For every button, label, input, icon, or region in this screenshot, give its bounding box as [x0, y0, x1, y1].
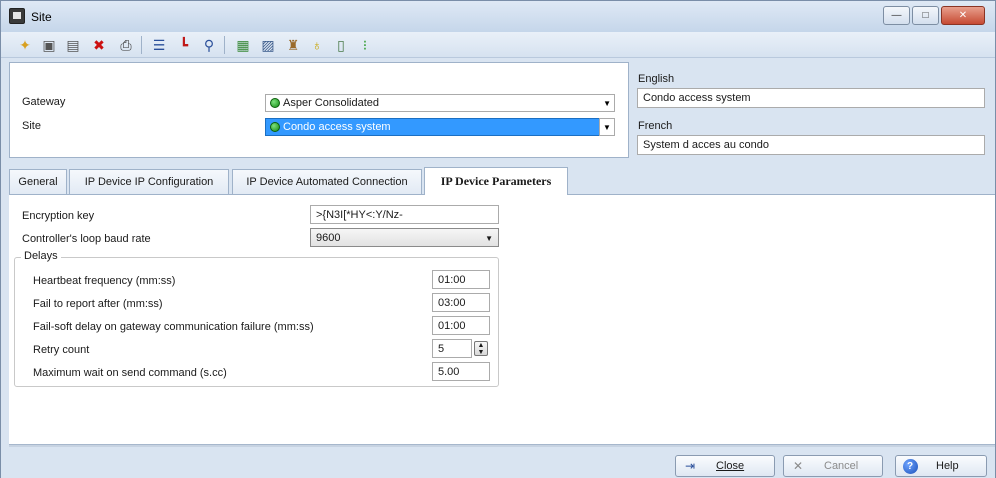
save-icon[interactable]: ▣	[39, 36, 59, 54]
list-icon[interactable]: ☰	[149, 36, 169, 54]
help-icon: ?	[902, 458, 918, 474]
site-window: Site — □ ✕ ✦ ▣ ▤ ✖ ⎙ ☰ ┗ ⚲ ▦ ▨ ♜ ♁ ▯ ⁝ G…	[0, 0, 996, 478]
user-icon[interactable]: ♜	[283, 36, 303, 54]
cancel-button-label: Cancel	[824, 460, 859, 472]
toolbar-separator	[224, 36, 225, 54]
close-button-label: Close	[716, 460, 745, 472]
close-button[interactable]: ⇥ Close	[675, 455, 775, 477]
site-combo[interactable]: Condo access system ▼	[265, 118, 615, 136]
delete-icon[interactable]: ✖	[89, 36, 109, 54]
title-bar: Site — □ ✕	[1, 1, 995, 32]
gateway-combo[interactable]: Asper Consolidated ▼	[265, 94, 615, 112]
save-close-icon[interactable]: ▤	[63, 36, 83, 54]
retry-count-stepper[interactable]: ▲ ▼	[474, 341, 488, 356]
cancel-icon: ✕	[792, 459, 804, 473]
close-window-button[interactable]: ✕	[941, 6, 985, 25]
site-status-icon	[270, 122, 280, 132]
header-panel: Gateway Asper Consolidated ▼ Site Condo …	[9, 62, 629, 158]
panel-icon[interactable]: ▯	[331, 36, 351, 54]
link-icon[interactable]: ┗	[174, 36, 194, 54]
window-title: Site	[31, 10, 52, 24]
gateway-label: Gateway	[22, 96, 66, 108]
print-icon[interactable]: ⎙	[116, 36, 136, 54]
english-field[interactable]: Condo access system	[637, 88, 985, 108]
tab-ip-device-parameters[interactable]: IP Device Parameters	[424, 167, 568, 195]
gateway-value: Asper Consolidated	[283, 97, 380, 109]
encryption-key-label: Encryption key	[22, 210, 95, 222]
fail-report-input[interactable]: 03:00	[432, 293, 490, 312]
baud-rate-select[interactable]: 9600 ▼	[310, 228, 499, 247]
failsoft-input[interactable]: 01:00	[432, 316, 490, 335]
tab-automated-connection[interactable]: IP Device Automated Connection	[232, 169, 422, 194]
baud-rate-value: 9600	[316, 232, 341, 244]
encryption-key-input[interactable]: >{N3I[*HY<:Y/Nz-	[310, 205, 499, 224]
chevron-down-icon: ▼	[599, 118, 615, 136]
maximize-button[interactable]: □	[912, 6, 939, 25]
tab-strip: General IP Device IP Configuration IP De…	[9, 167, 995, 195]
chevron-down-icon[interactable]: ▼	[478, 349, 485, 356]
language-panel: English Condo access system French Syste…	[629, 62, 995, 158]
report-icon[interactable]: ▨	[258, 36, 278, 54]
chevron-up-icon[interactable]: ▲	[478, 342, 485, 349]
window-controls: — □ ✕	[883, 6, 985, 25]
cancel-button[interactable]: ✕ Cancel	[783, 455, 883, 477]
failsoft-label: Fail-soft delay on gateway communication…	[33, 321, 314, 333]
baud-rate-label: Controller's loop baud rate	[22, 233, 151, 245]
grid-icon[interactable]: ▦	[233, 36, 253, 54]
lightbulb-icon[interactable]: ♁	[307, 36, 327, 54]
footer-divider	[9, 444, 995, 447]
app-icon	[9, 8, 25, 24]
max-wait-label: Maximum wait on send command (s.cc)	[33, 367, 227, 379]
chevron-down-icon: ▼	[603, 99, 611, 108]
search-icon[interactable]: ⚲	[199, 36, 219, 54]
chevron-down-icon: ▼	[485, 234, 493, 243]
retry-count-label: Retry count	[33, 344, 90, 356]
new-icon[interactable]: ✦	[15, 36, 35, 54]
retry-count-input[interactable]: 5	[432, 339, 472, 358]
delays-legend: Delays	[21, 250, 61, 262]
english-label: English	[638, 73, 675, 85]
status-icon[interactable]: ⁝	[355, 36, 375, 54]
site-label: Site	[22, 120, 41, 132]
toolbar-separator	[141, 36, 142, 54]
parameters-panel: Encryption key >{N3I[*HY<:Y/Nz- Controll…	[9, 194, 995, 444]
toolbar: ✦ ▣ ▤ ✖ ⎙ ☰ ┗ ⚲ ▦ ▨ ♜ ♁ ▯ ⁝	[1, 32, 995, 58]
heartbeat-input[interactable]: 01:00	[432, 270, 490, 289]
footer: ⇥ Close ✕ Cancel ? Help	[1, 448, 995, 478]
tab-general[interactable]: General	[9, 169, 67, 194]
help-button[interactable]: ? Help	[895, 455, 987, 477]
minimize-button[interactable]: —	[883, 6, 910, 25]
fail-report-label: Fail to report after (mm:ss)	[33, 298, 163, 310]
help-button-label: Help	[936, 460, 959, 472]
heartbeat-label: Heartbeat frequency (mm:ss)	[33, 275, 176, 287]
site-value: Condo access system	[283, 121, 391, 133]
tab-ip-configuration[interactable]: IP Device IP Configuration	[69, 169, 229, 194]
gateway-status-icon	[270, 98, 280, 108]
delays-group: Delays Heartbeat frequency (mm:ss) 01:00…	[14, 250, 499, 387]
exit-icon: ⇥	[684, 459, 696, 473]
max-wait-input[interactable]: 5.00	[432, 362, 490, 381]
french-label: French	[638, 120, 673, 132]
french-field[interactable]: System d acces au condo	[637, 135, 985, 155]
